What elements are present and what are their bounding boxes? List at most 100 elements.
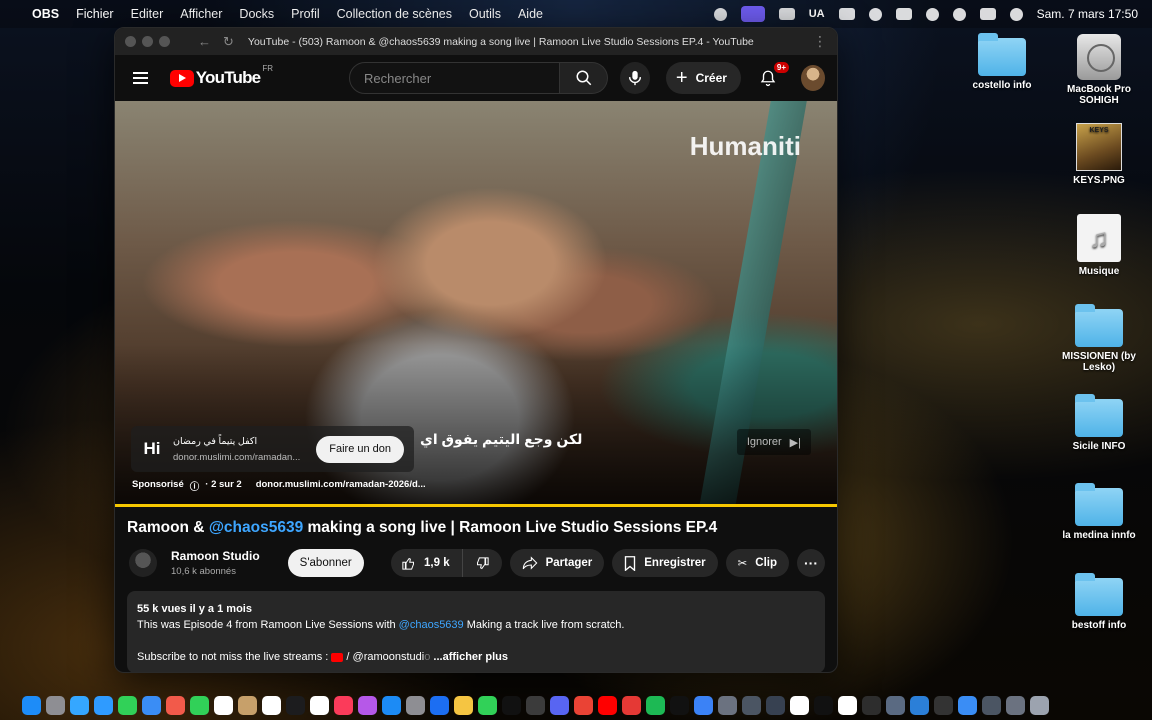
dock-app-icon[interactable]	[1006, 695, 1025, 715]
dock-app-icon[interactable]	[646, 695, 665, 715]
dock-app-icon[interactable]	[814, 695, 833, 715]
reload-icon[interactable]: ↻	[223, 34, 234, 50]
ad-full-url[interactable]: donor.muslimi.com/ramadan-2026/d...	[256, 479, 426, 493]
window-titlebar[interactable]: ← ↻ YouTube - (503) Ramoon & @chaos5639 …	[115, 28, 837, 55]
dock-app-icon[interactable]	[526, 695, 545, 715]
back-arrow-icon[interactable]: ←	[198, 34, 211, 50]
search-button[interactable]	[560, 62, 609, 94]
skip-ad-button[interactable]: Ignorer ▶|	[736, 429, 811, 455]
dock-app-icon[interactable]	[22, 695, 41, 715]
menu-afficher[interactable]: Afficher	[180, 7, 222, 21]
subscribe-button[interactable]: S'abonner	[287, 549, 364, 577]
save-button[interactable]: Enregistrer	[612, 549, 718, 577]
menu-collection[interactable]: Collection de scènes	[337, 7, 452, 21]
description-box[interactable]: 55 k vues il y a 1 mois This was Episode…	[127, 591, 825, 672]
dock-app-icon[interactable]	[982, 695, 1001, 715]
close-window-button[interactable]	[125, 36, 136, 47]
desktop-file-keys[interactable]: KEYS KEYS.PNG	[1054, 123, 1144, 186]
video-player[interactable]: Humaniti Hi اكفل يتيماً في رمضان donor.m…	[115, 101, 837, 507]
dock-app-icon[interactable]	[46, 695, 65, 715]
dock-app-icon[interactable]	[622, 695, 641, 715]
search-input[interactable]	[364, 70, 560, 86]
dock-app-icon[interactable]	[862, 695, 881, 715]
window-menu-icon[interactable]: ⋮	[813, 33, 827, 50]
dock-app-icon[interactable]	[478, 695, 497, 715]
show-more-link[interactable]: ...afficher plus	[430, 651, 508, 663]
menu-docks[interactable]: Docks	[239, 7, 274, 21]
donate-button[interactable]: Faire un don	[316, 435, 405, 463]
dock-app-icon[interactable]	[574, 695, 593, 715]
share-button[interactable]: Partager	[509, 549, 605, 577]
keyboard-layout[interactable]: UA	[809, 8, 825, 20]
desktop-drive-macbook[interactable]: MacBook Pro SOHIGH	[1054, 34, 1144, 106]
dock-app-icon[interactable]	[670, 695, 689, 715]
dock-app-icon[interactable]	[766, 695, 785, 715]
dock-app-icon[interactable]	[166, 695, 185, 715]
desc-mention-link[interactable]: @chaos5639	[399, 619, 464, 631]
dock-app-icon[interactable]	[958, 695, 977, 715]
hamburger-menu-icon[interactable]	[133, 72, 148, 84]
siri-icon[interactable]	[1009, 7, 1023, 21]
dock-app-icon[interactable]	[694, 695, 713, 715]
dock-app-icon[interactable]	[1030, 695, 1049, 715]
desktop-folder-missionen[interactable]: MISSIONEN (by Lesko)	[1054, 304, 1144, 373]
account-avatar[interactable]	[801, 65, 825, 91]
menu-aide[interactable]: Aide	[518, 7, 543, 21]
dock-app-icon[interactable]	[838, 695, 857, 715]
obs-status-icon[interactable]	[713, 7, 727, 21]
dock-app-icon[interactable]	[70, 695, 89, 715]
info-icon[interactable]: ⓘ	[190, 479, 200, 493]
notifications-button[interactable]: 9+	[757, 62, 790, 90]
dock-app-icon[interactable]	[790, 695, 809, 715]
channel-avatar[interactable]	[129, 549, 157, 577]
dock-app-icon[interactable]	[142, 695, 161, 715]
dock-app-icon[interactable]	[94, 695, 113, 715]
dock-app-icon[interactable]	[286, 695, 305, 715]
dock-app-icon[interactable]	[934, 695, 953, 715]
vpn-icon[interactable]	[778, 8, 795, 20]
desktop-folder-bestoff[interactable]: bestoff info	[1054, 573, 1144, 631]
channel-name[interactable]: Ramoon Studio	[171, 549, 260, 563]
voice-search-button[interactable]	[620, 62, 650, 94]
dock-app-icon[interactable]	[238, 695, 257, 715]
play-icon[interactable]	[868, 7, 882, 21]
wechat-icon[interactable]	[838, 8, 855, 20]
ad-progress-bar[interactable]	[115, 504, 837, 507]
dock-app-icon[interactable]	[550, 695, 569, 715]
menu-fichier[interactable]: Fichier	[76, 7, 114, 21]
clock[interactable]: Sam. 7 mars 17:50	[1037, 7, 1138, 21]
menu-outils[interactable]: Outils	[469, 7, 501, 21]
dock-app-icon[interactable]	[886, 695, 905, 715]
dock-app-icon[interactable]	[334, 695, 353, 715]
dock-app-icon[interactable]	[310, 695, 329, 715]
dock-app-icon[interactable]	[262, 695, 281, 715]
menu-app-name[interactable]: OBS	[32, 7, 59, 21]
like-button[interactable]: 1,9 k	[391, 549, 463, 577]
more-actions-button[interactable]: ···	[797, 549, 825, 577]
zoom-window-button[interactable]	[159, 36, 170, 47]
desktop-file-musique[interactable]: ♫ Musique	[1054, 214, 1144, 277]
control-center-icon[interactable]	[979, 8, 996, 20]
menu-editer[interactable]: Editer	[131, 7, 164, 21]
dock-app-icon[interactable]	[406, 695, 425, 715]
dock-app-icon[interactable]	[118, 695, 137, 715]
desktop-folder-sicile[interactable]: Sicile INFO	[1054, 394, 1144, 452]
dock-app-icon[interactable]	[454, 695, 473, 715]
dock-app-icon[interactable]	[742, 695, 761, 715]
ad-card[interactable]: Hi اكفل يتيماً في رمضان donor.muslimi.co…	[131, 426, 415, 472]
desc-channel-link[interactable]: / @ramoonstudi	[346, 651, 424, 663]
minimize-window-button[interactable]	[142, 36, 153, 47]
dock-app-icon[interactable]	[598, 695, 617, 715]
dislike-button[interactable]	[463, 549, 502, 577]
wifi-icon[interactable]	[925, 7, 939, 21]
menu-profil[interactable]: Profil	[291, 7, 319, 21]
screen-record-icon[interactable]	[740, 6, 765, 22]
clip-button[interactable]: ✂ Clip	[725, 549, 789, 577]
dock-app-icon[interactable]	[718, 695, 737, 715]
battery-icon[interactable]	[895, 8, 912, 20]
title-mention-link[interactable]: @chaos5639	[209, 519, 303, 536]
dock-app-icon[interactable]	[190, 695, 209, 715]
dock-app-icon[interactable]	[358, 695, 377, 715]
dock-app-icon[interactable]	[910, 695, 929, 715]
spotlight-icon[interactable]	[952, 7, 966, 21]
